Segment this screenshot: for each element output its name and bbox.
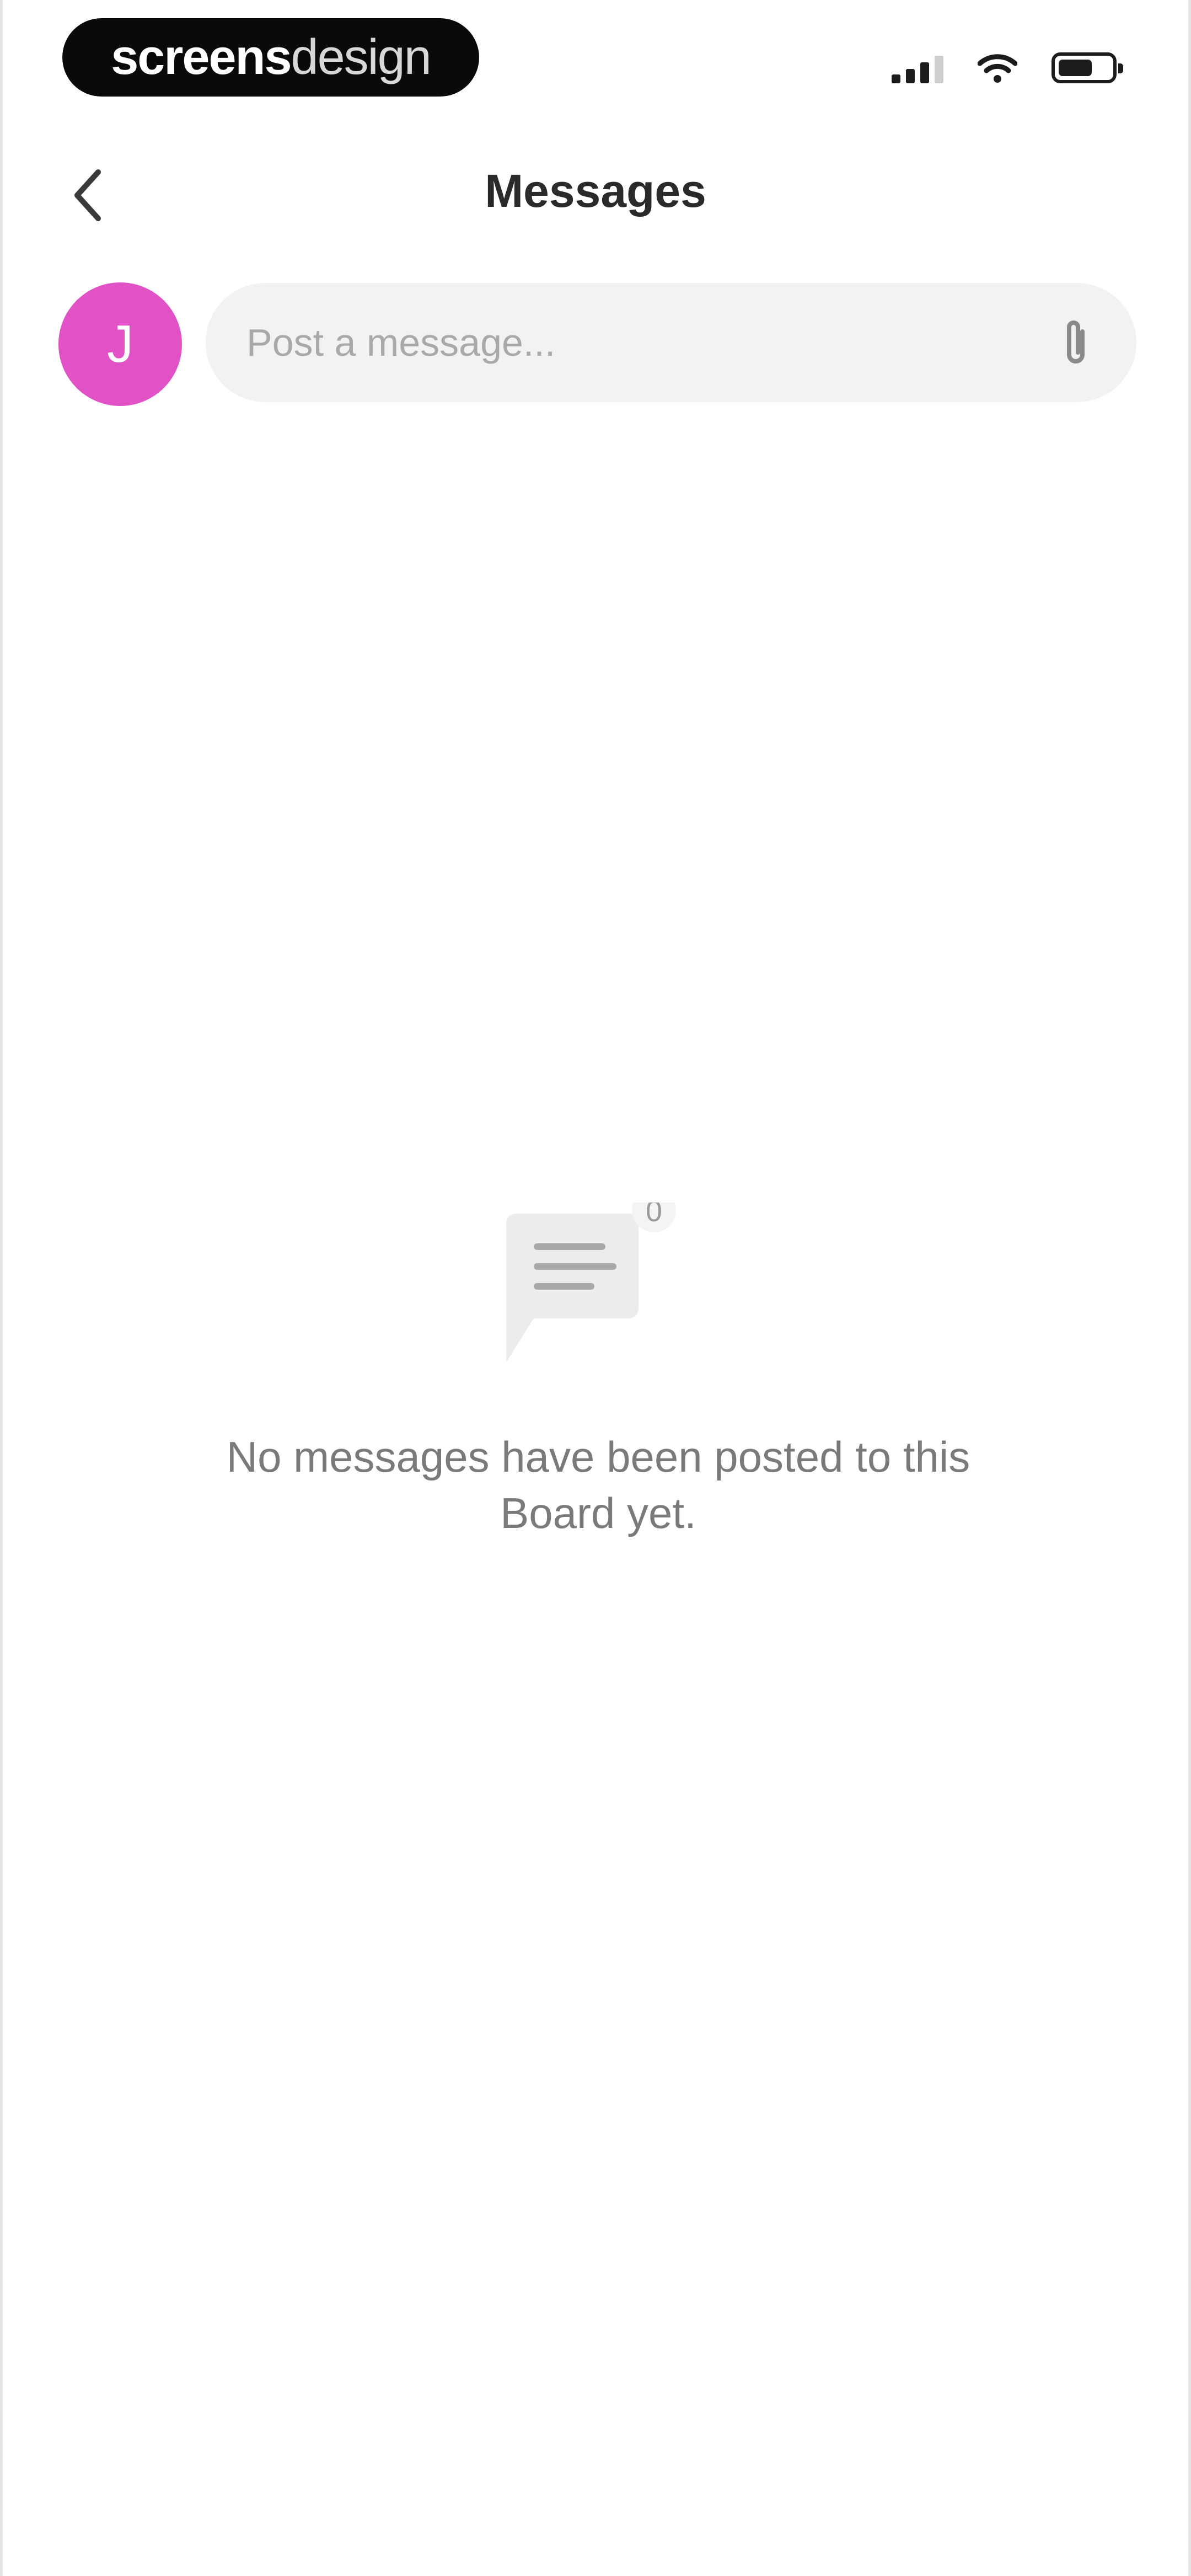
message-input-container[interactable] bbox=[206, 283, 1136, 402]
empty-state-message: No messages have been posted to this Boa… bbox=[226, 1433, 970, 1537]
paperclip-icon bbox=[1067, 320, 1085, 364]
brand-logo: screens design bbox=[62, 18, 479, 97]
cellular-signal-icon bbox=[892, 52, 943, 83]
chat-bubble-icon: 0 bbox=[506, 1203, 676, 1362]
attach-button[interactable] bbox=[1049, 315, 1104, 370]
page-title: Messages bbox=[485, 165, 706, 217]
brand-logo-light: design bbox=[291, 29, 432, 85]
brand-logo-bold: screens bbox=[111, 29, 292, 85]
status-icons bbox=[892, 49, 1123, 87]
message-composer: J bbox=[3, 276, 1188, 408]
battery-level bbox=[1059, 60, 1092, 76]
empty-state-badge: 0 bbox=[646, 1203, 662, 1228]
navigation-bar: Messages bbox=[3, 143, 1188, 243]
messages-screen: screens design Messages J Post a message… bbox=[0, 0, 1191, 2576]
avatar[interactable]: J bbox=[58, 282, 182, 406]
battery-icon bbox=[1051, 52, 1123, 83]
wifi-icon bbox=[978, 54, 1017, 83]
message-input[interactable] bbox=[245, 320, 992, 365]
status-bar: screens design bbox=[3, 0, 1188, 127]
avatar-initial: J bbox=[107, 314, 133, 373]
